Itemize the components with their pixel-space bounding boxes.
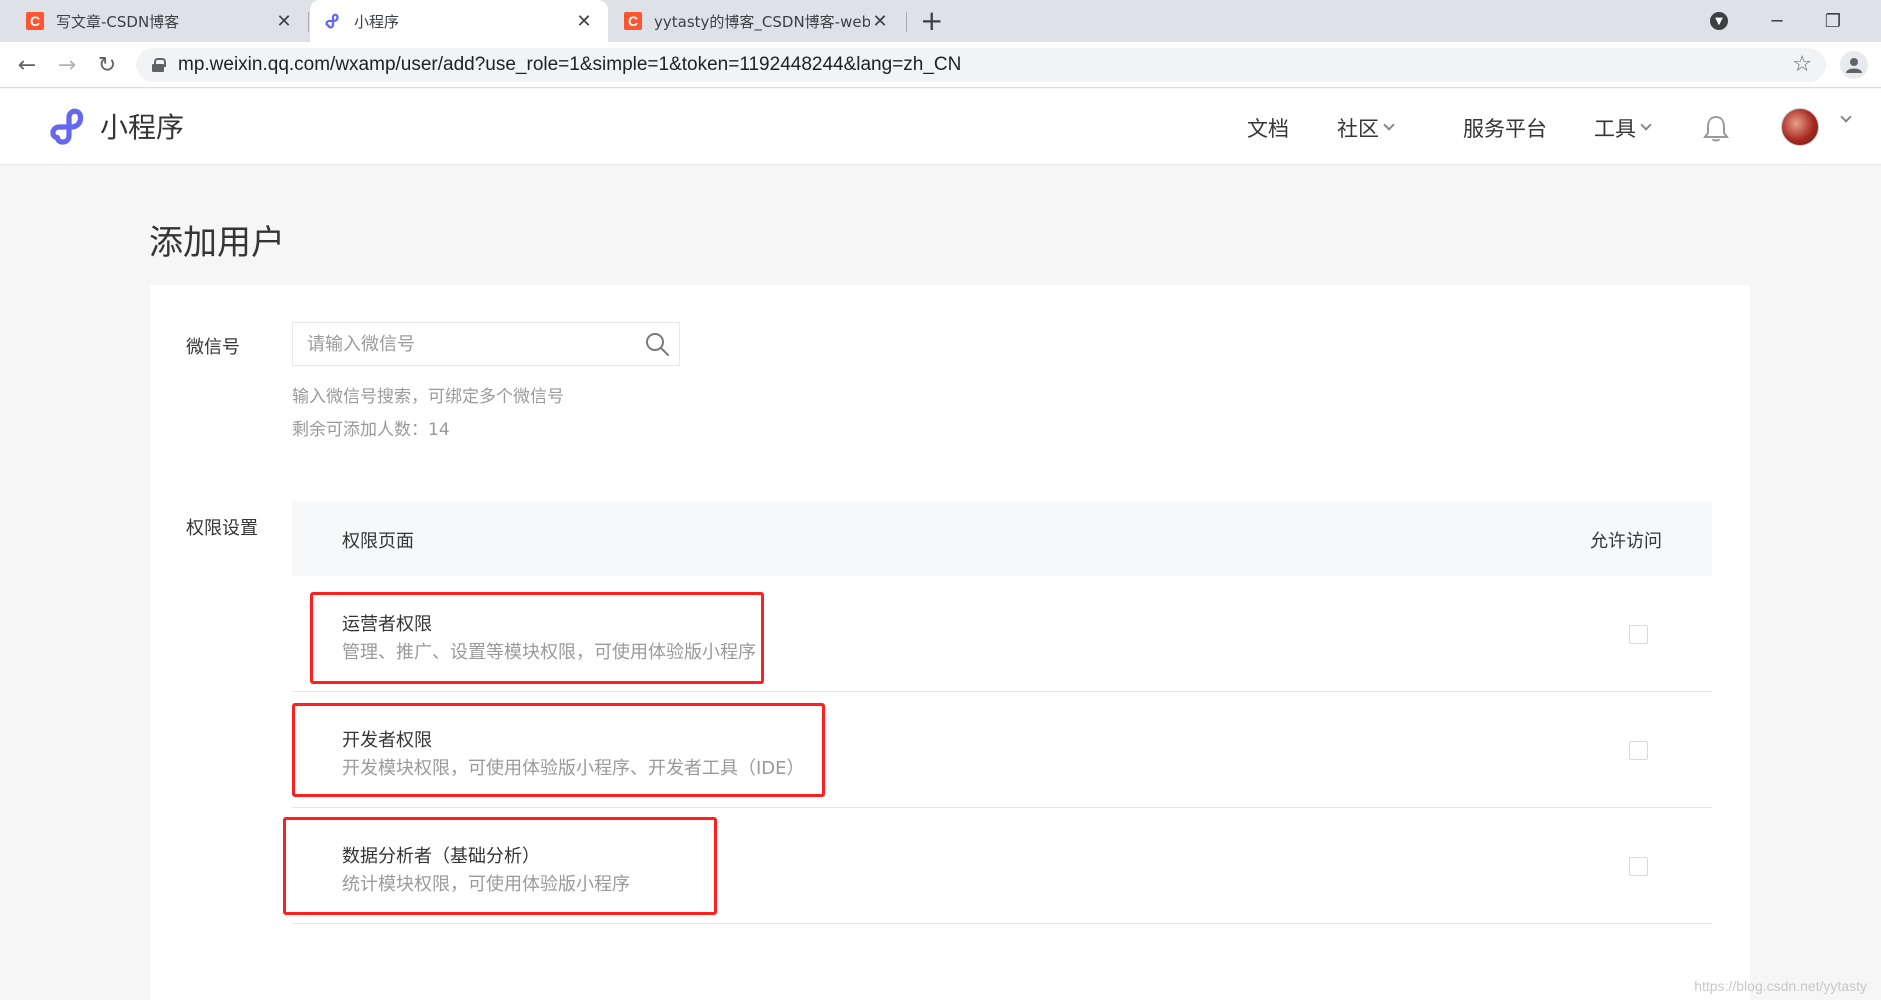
- nav-label: 工具: [1594, 117, 1636, 141]
- browser-profile-icon[interactable]: [1840, 51, 1868, 79]
- nav-label: 社区: [1337, 117, 1379, 141]
- back-arrow-icon[interactable]: ←: [12, 50, 42, 80]
- browser-tab-miniprogram[interactable]: 小程序 ✕: [310, 0, 608, 42]
- watermark: https://blog.csdn.net/yytasty: [1694, 978, 1867, 994]
- tab-title: 小程序: [354, 12, 400, 31]
- nav-label: 文档: [1247, 117, 1289, 141]
- bell-icon[interactable]: [1702, 113, 1730, 143]
- highlight-box-developer: [292, 703, 825, 797]
- tab-divider: [906, 12, 907, 32]
- lock-icon[interactable]: [152, 58, 166, 72]
- reload-icon[interactable]: ↻: [92, 50, 122, 80]
- allow-access-checkbox[interactable]: [1629, 741, 1648, 760]
- wechat-id-label: 微信号: [186, 337, 240, 358]
- avatar[interactable]: [1781, 108, 1819, 146]
- browser-tab-strip: C 写文章-CSDN博客 ✕ 小程序 ✕ C yytasty的博客_CSDN博客…: [0, 0, 1881, 42]
- tab-divider: [308, 12, 309, 32]
- allow-access-checkbox[interactable]: [1629, 857, 1648, 876]
- chevron-down-icon: [1383, 119, 1395, 131]
- csdn-icon: C: [624, 12, 642, 30]
- logo-text: 小程序: [100, 111, 185, 144]
- tab-search-icon[interactable]: ▼: [1710, 12, 1728, 30]
- restore-icon[interactable]: ❐: [1805, 0, 1861, 42]
- address-bar[interactable]: mp.weixin.qq.com/wxamp/user/add?use_role…: [136, 48, 1826, 82]
- column-permission-page: 权限页面: [342, 531, 414, 552]
- column-allow-access: 允许访问: [1590, 531, 1662, 552]
- bookmark-star-icon[interactable]: ☆: [1792, 52, 1812, 77]
- close-icon[interactable]: ✕: [274, 11, 294, 32]
- nav-docs[interactable]: 文档: [1247, 113, 1289, 143]
- allow-access-checkbox[interactable]: [1629, 625, 1648, 644]
- site-header: 小程序 文档 社区 服务平台 工具: [0, 89, 1881, 165]
- remaining-count: 剩余可添加人数：14: [292, 420, 450, 440]
- close-icon[interactable]: ✕: [574, 11, 594, 32]
- forward-arrow-icon[interactable]: →: [52, 50, 82, 80]
- chevron-down-icon: [1640, 119, 1652, 131]
- miniprogram-icon: [324, 12, 342, 30]
- highlight-box-data-analyst: [283, 817, 717, 915]
- new-tab-button[interactable]: +: [920, 6, 943, 36]
- miniprogram-logo-icon: [50, 108, 84, 145]
- permission-table-header: 权限页面 允许访问: [292, 501, 1712, 576]
- nav-tools[interactable]: 工具: [1594, 113, 1652, 143]
- wechat-search-box: [292, 322, 680, 366]
- miniprogram-logo[interactable]: 小程序: [48, 105, 184, 147]
- minimize-icon[interactable]: ─: [1749, 0, 1805, 42]
- tab-title: yytasty的博客_CSDN博客-web: [654, 12, 870, 31]
- browser-toolbar: ← → ↻ mp.weixin.qq.com/wxamp/user/add?us…: [0, 42, 1881, 88]
- search-icon[interactable]: [635, 322, 679, 366]
- chevron-down-icon[interactable]: [1840, 111, 1852, 123]
- wechat-id-input[interactable]: [293, 323, 635, 365]
- browser-tab-csdn-write[interactable]: C 写文章-CSDN博客 ✕: [12, 0, 308, 42]
- wechat-search-hint: 输入微信号搜索，可绑定多个微信号: [292, 387, 564, 407]
- csdn-icon: C: [26, 12, 44, 30]
- url-text[interactable]: mp.weixin.qq.com/wxamp/user/add?use_role…: [178, 54, 961, 76]
- browser-tab-csdn-blog[interactable]: C yytasty的博客_CSDN博客-web ✕: [610, 0, 904, 42]
- permission-settings-label: 权限设置: [186, 518, 258, 539]
- highlight-box-operator: [310, 592, 764, 684]
- close-icon[interactable]: ✕: [870, 11, 890, 32]
- nav-label: 服务平台: [1463, 117, 1547, 141]
- tab-title: 写文章-CSDN博客: [56, 12, 180, 31]
- nav-service-platform[interactable]: 服务平台: [1463, 113, 1547, 143]
- nav-community[interactable]: 社区: [1337, 113, 1395, 143]
- page-title: 添加用户: [149, 223, 285, 263]
